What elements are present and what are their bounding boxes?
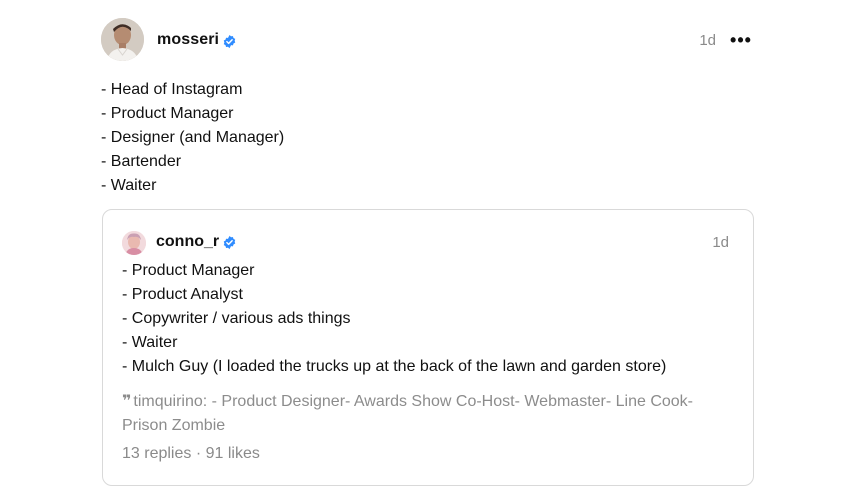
quoted-username[interactable]: conno_r	[156, 233, 219, 251]
post-body: - Head of Instagram - Product Manager - …	[101, 78, 284, 198]
quoted-text-line: - Product Analyst	[122, 286, 243, 303]
post-text-line: - Product Manager	[101, 105, 234, 122]
likes-count[interactable]: 91 likes	[206, 445, 260, 462]
verified-badge-icon	[223, 34, 236, 49]
post-timestamp[interactable]: 1d	[699, 32, 716, 49]
quoted-text-line: - Copywriter / various ads things	[122, 310, 351, 327]
post-text-line: - Designer (and Manager)	[101, 129, 285, 146]
post-header: mosseri 1d •••	[101, 18, 755, 62]
replies-count[interactable]: 13 replies	[122, 445, 191, 462]
quoted-timestamp[interactable]: 1d	[712, 234, 729, 251]
verified-badge-icon	[223, 235, 236, 250]
quoted-body: - Product Manager - Product Analyst - Co…	[122, 259, 666, 379]
avatar-image	[101, 18, 144, 61]
post-text-line: - Head of Instagram	[101, 81, 243, 98]
quote-icon: ❞	[122, 393, 132, 410]
quoted-text-line: - Mulch Guy (I loaded the trucks up at t…	[122, 358, 667, 375]
quoted-avatar-image	[122, 231, 146, 255]
quoted-text-line: - Product Manager	[122, 262, 255, 279]
post-stats: 13 replies · 91 likes	[122, 445, 260, 463]
thread-post: mosseri 1d ••• - Head of Instagram - Pro…	[0, 0, 850, 500]
post-text-line: - Bartender	[101, 153, 182, 170]
post-text-line: - Waiter	[101, 177, 157, 194]
username[interactable]: mosseri	[157, 31, 219, 49]
stats-separator: ·	[191, 445, 206, 462]
quoted-post[interactable]: conno_r 1d - Product Manager - Product A…	[102, 209, 754, 486]
avatar[interactable]	[101, 18, 144, 61]
reply-preview[interactable]: ❞ timquirino: - Product Designer- Awards …	[122, 390, 722, 438]
quoted-text-line: - Waiter	[122, 334, 178, 351]
reply-preview-text: timquirino: - Product Designer- Awards S…	[122, 393, 694, 434]
more-options-icon[interactable]: •••	[727, 28, 755, 52]
quoted-avatar[interactable]	[122, 231, 146, 255]
